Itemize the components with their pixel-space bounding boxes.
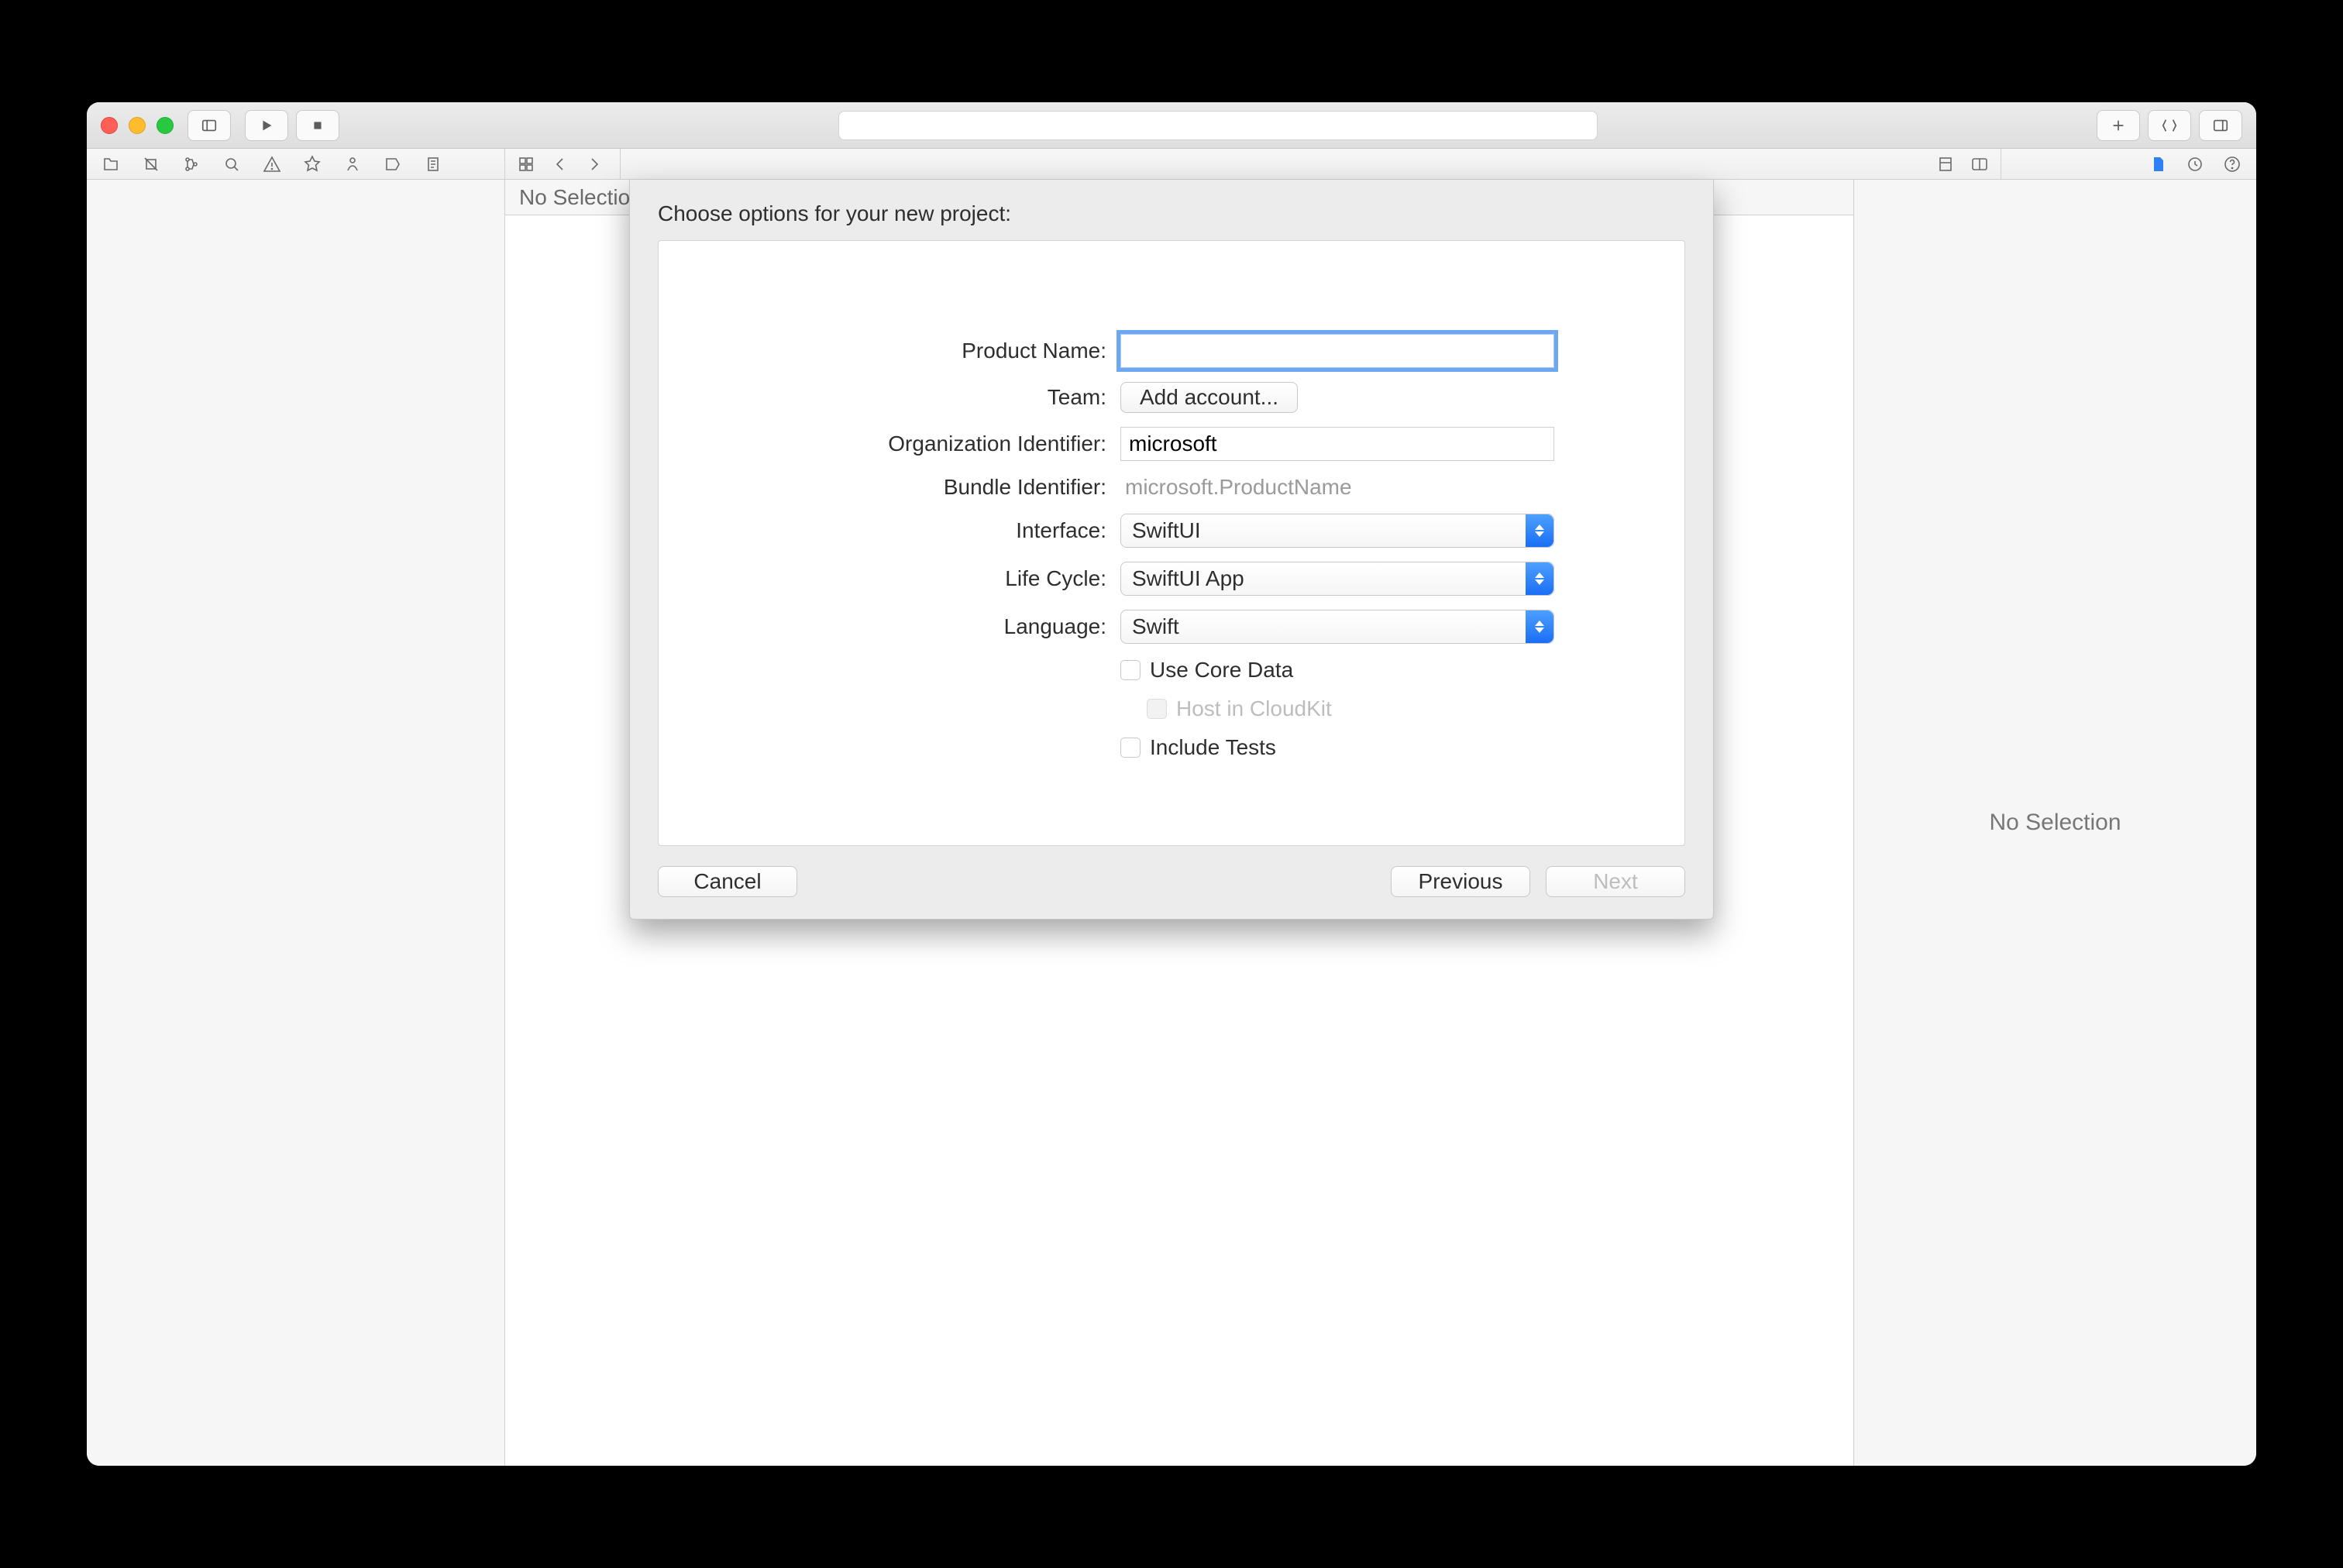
product-name-input[interactable] [1120,334,1554,368]
use-core-data-checkbox[interactable] [1120,660,1141,680]
interface-label: Interface: [789,518,1106,543]
use-core-data-label: Use Core Data [1150,658,1293,683]
host-cloudkit-checkbox [1147,699,1167,719]
previous-button[interactable]: Previous [1391,866,1530,897]
issue-navigator-icon[interactable] [262,154,282,174]
activity-viewer[interactable] [838,111,1598,140]
titlebar [87,102,2256,149]
toggle-inspectors-button[interactable] [2199,110,2242,141]
host-cloudkit-label: Host in CloudKit [1176,696,1332,721]
project-navigator-icon[interactable] [101,154,121,174]
interface-selected: SwiftUI [1132,518,1201,543]
code-review-button[interactable] [2148,110,2191,141]
close-icon[interactable] [101,117,118,134]
source-control-navigator-icon[interactable] [141,154,161,174]
editor-options-icon[interactable] [1935,154,1956,174]
bundle-id-label: Bundle Identifier: [789,475,1106,500]
new-project-options-sheet: Choose options for your new project: Pro… [629,180,1714,920]
adjust-editor-icon[interactable] [1970,154,1990,174]
product-name-label: Product Name: [789,339,1106,363]
bundle-id-value: microsoft.ProductName [1120,475,1554,500]
navigator-toolbar [87,149,2256,180]
stop-button[interactable] [296,110,339,141]
chevron-updown-icon [1526,514,1553,547]
nav-forward-icon[interactable] [584,154,604,174]
history-inspector-icon[interactable] [2185,154,2205,174]
lifecycle-dropdown[interactable]: SwiftUI App [1120,562,1554,596]
add-account-button[interactable]: Add account... [1120,382,1298,413]
report-navigator-icon[interactable] [423,154,443,174]
file-inspector-icon[interactable] [2148,154,2168,174]
chevron-updown-icon [1526,610,1553,643]
test-navigator-icon[interactable] [302,154,322,174]
navigator-panel [87,180,505,1466]
cancel-button[interactable]: Cancel [658,866,797,897]
breakpoint-navigator-icon[interactable] [383,154,403,174]
toggle-navigator-button[interactable] [188,110,231,141]
language-dropdown[interactable]: Swift [1120,610,1554,644]
language-selected: Swift [1132,614,1179,639]
library-button[interactable] [2097,110,2140,141]
jump-bar-text: No Selection [519,185,642,210]
related-items-icon[interactable] [516,154,536,174]
quick-help-icon[interactable] [2222,154,2242,174]
debug-navigator-icon[interactable] [342,154,363,174]
org-id-label: Organization Identifier: [789,432,1106,456]
find-navigator-icon[interactable] [222,154,242,174]
run-button[interactable] [245,110,288,141]
xcode-window: No Selection No Selection Choose options… [87,102,2256,1466]
language-label: Language: [789,614,1106,639]
sheet-footer: Cancel Previous Next [658,846,1685,897]
form-panel: Product Name: Team: Add account... Organ… [658,240,1685,846]
next-button: Next [1546,866,1685,897]
sheet-title: Choose options for your new project: [658,201,1685,226]
include-tests-checkbox[interactable] [1120,738,1141,758]
chevron-updown-icon [1526,562,1553,595]
lifecycle-label: Life Cycle: [789,566,1106,591]
lifecycle-selected: SwiftUI App [1132,566,1244,591]
inspector-placeholder: No Selection [1989,810,2121,836]
symbol-navigator-icon[interactable] [181,154,201,174]
org-id-input[interactable] [1120,427,1554,461]
minimize-icon[interactable] [129,117,146,134]
interface-dropdown[interactable]: SwiftUI [1120,514,1554,548]
inspector-panel: No Selection [1853,180,2256,1466]
nav-back-icon[interactable] [550,154,570,174]
window-controls [101,117,174,134]
include-tests-label: Include Tests [1150,735,1276,760]
team-label: Team: [789,385,1106,410]
zoom-icon[interactable] [157,117,174,134]
